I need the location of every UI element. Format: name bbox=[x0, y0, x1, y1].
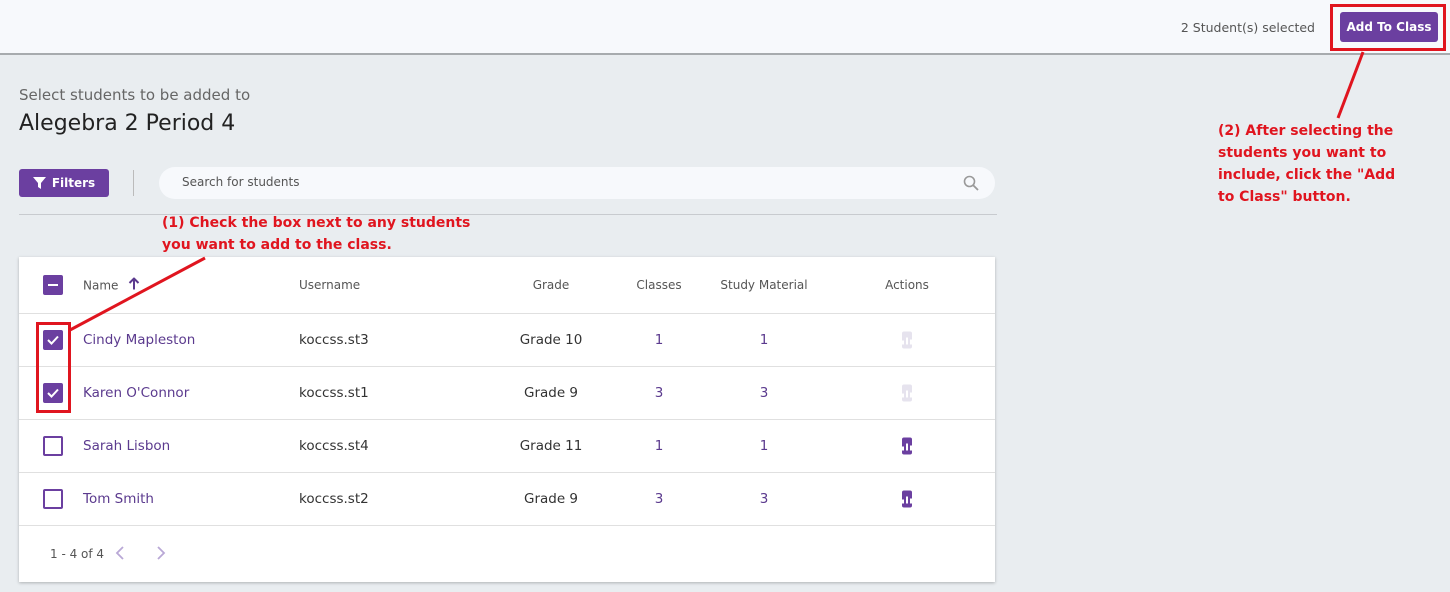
annotation-pointer-line bbox=[1336, 51, 1365, 119]
annotation-arrows bbox=[69, 51, 1365, 332]
annotation-pointer-line bbox=[69, 256, 206, 332]
